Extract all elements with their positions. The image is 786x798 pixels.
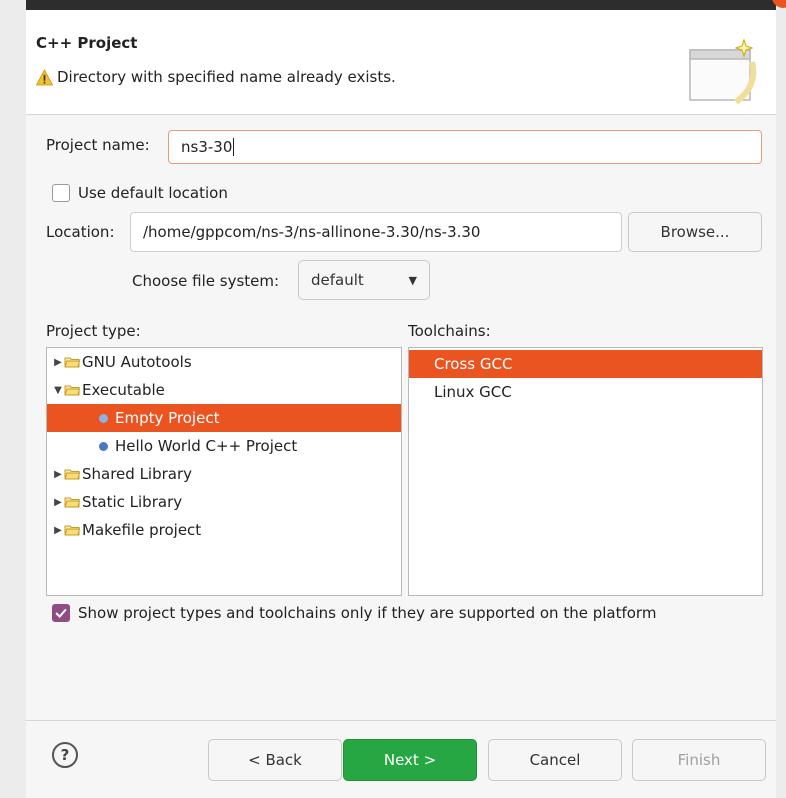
- project-type-tree[interactable]: ▶ GNU Autotools ▼ Executable Empty Proje…: [46, 347, 402, 596]
- tree-item-hello-world[interactable]: Hello World C++ Project: [47, 432, 401, 460]
- wizard-banner-icon: [689, 38, 757, 105]
- tree-item-label: Empty Project: [115, 409, 220, 427]
- warning-message: Directory with specified name already ex…: [36, 68, 396, 86]
- project-name-input[interactable]: ns3-30: [168, 130, 762, 164]
- warning-icon: [36, 68, 53, 85]
- close-window-icon[interactable]: [772, 0, 786, 8]
- file-system-value: default: [311, 271, 364, 289]
- use-default-location-checkbox[interactable]: [52, 184, 70, 202]
- project-name-value: ns3-30: [181, 138, 233, 156]
- cancel-button[interactable]: Cancel: [488, 739, 622, 781]
- tree-item-shared-library[interactable]: ▶ Shared Library: [47, 460, 401, 488]
- tree-item-label: Static Library: [82, 493, 183, 511]
- location-value: /home/gppcom/ns-3/ns-allinone-3.30/ns-3.…: [143, 223, 481, 241]
- expand-arrow-icon[interactable]: ▶: [52, 469, 64, 480]
- help-icon[interactable]: ?: [52, 742, 78, 768]
- file-system-dropdown[interactable]: default ▼: [298, 260, 430, 300]
- project-name-label: Project name:: [46, 136, 150, 154]
- tree-item-makefile-project[interactable]: ▶ Makefile project: [47, 516, 401, 544]
- tree-item-label: Shared Library: [82, 465, 193, 483]
- folder-icon: [64, 357, 80, 368]
- supported-only-label: Show project types and toolchains only i…: [78, 604, 657, 622]
- folder-icon: [64, 497, 80, 508]
- next-button[interactable]: Next >: [343, 739, 477, 781]
- toolchain-item-linux-gcc[interactable]: Linux GCC: [409, 378, 762, 406]
- tree-item-label: Makefile project: [82, 521, 202, 539]
- tree-item-static-library[interactable]: ▶ Static Library: [47, 488, 401, 516]
- back-button[interactable]: < Back: [208, 739, 342, 781]
- toolchain-item-cross-gcc[interactable]: Cross GCC: [409, 350, 762, 378]
- project-template-icon: [99, 413, 108, 423]
- background-right: [776, 0, 786, 798]
- button-bar-divider: [26, 720, 776, 721]
- toolchains-label: Toolchains:: [408, 322, 491, 340]
- background-left: [0, 0, 26, 798]
- tree-item-gnu-autotools[interactable]: ▶ GNU Autotools: [47, 348, 401, 376]
- location-label: Location:: [46, 223, 115, 241]
- toolchain-item-label: Linux GCC: [434, 383, 512, 401]
- wizard-banner: C++ Project Directory with specified nam…: [26, 10, 776, 115]
- chevron-down-icon: ▼: [408, 274, 417, 287]
- tree-item-label: Executable: [82, 381, 165, 399]
- collapse-arrow-icon[interactable]: ▼: [52, 385, 64, 396]
- toolchain-item-label: Cross GCC: [434, 355, 513, 373]
- tree-item-executable[interactable]: ▼ Executable: [47, 376, 401, 404]
- tree-item-label: Hello World C++ Project: [115, 437, 298, 455]
- folder-icon: [64, 525, 80, 536]
- page-title: C++ Project: [36, 34, 138, 52]
- browse-button[interactable]: Browse...: [628, 212, 762, 252]
- tree-item-label: GNU Autotools: [82, 353, 192, 371]
- expand-arrow-icon[interactable]: ▶: [52, 525, 64, 536]
- checkmark-icon: [55, 608, 67, 618]
- folder-icon: [64, 469, 80, 480]
- toolchains-list[interactable]: Cross GCC Linux GCC: [408, 347, 763, 596]
- finish-button[interactable]: Finish: [632, 739, 766, 781]
- location-input[interactable]: /home/gppcom/ns-3/ns-allinone-3.30/ns-3.…: [130, 212, 622, 252]
- project-template-icon: [99, 441, 108, 451]
- supported-only-checkbox[interactable]: [52, 604, 70, 622]
- folder-open-icon: [64, 385, 80, 396]
- expand-arrow-icon[interactable]: ▶: [52, 357, 64, 368]
- project-type-label: Project type:: [46, 322, 141, 340]
- warning-text: Directory with specified name already ex…: [57, 68, 396, 86]
- tree-item-empty-project[interactable]: Empty Project: [47, 404, 401, 432]
- file-system-label: Choose file system:: [132, 272, 280, 290]
- new-project-dialog: C++ Project Directory with specified nam…: [26, 10, 776, 798]
- expand-arrow-icon[interactable]: ▶: [52, 497, 64, 508]
- window-titlebar: [26, 0, 786, 10]
- text-cursor: [233, 138, 235, 156]
- use-default-location-label: Use default location: [78, 184, 228, 202]
